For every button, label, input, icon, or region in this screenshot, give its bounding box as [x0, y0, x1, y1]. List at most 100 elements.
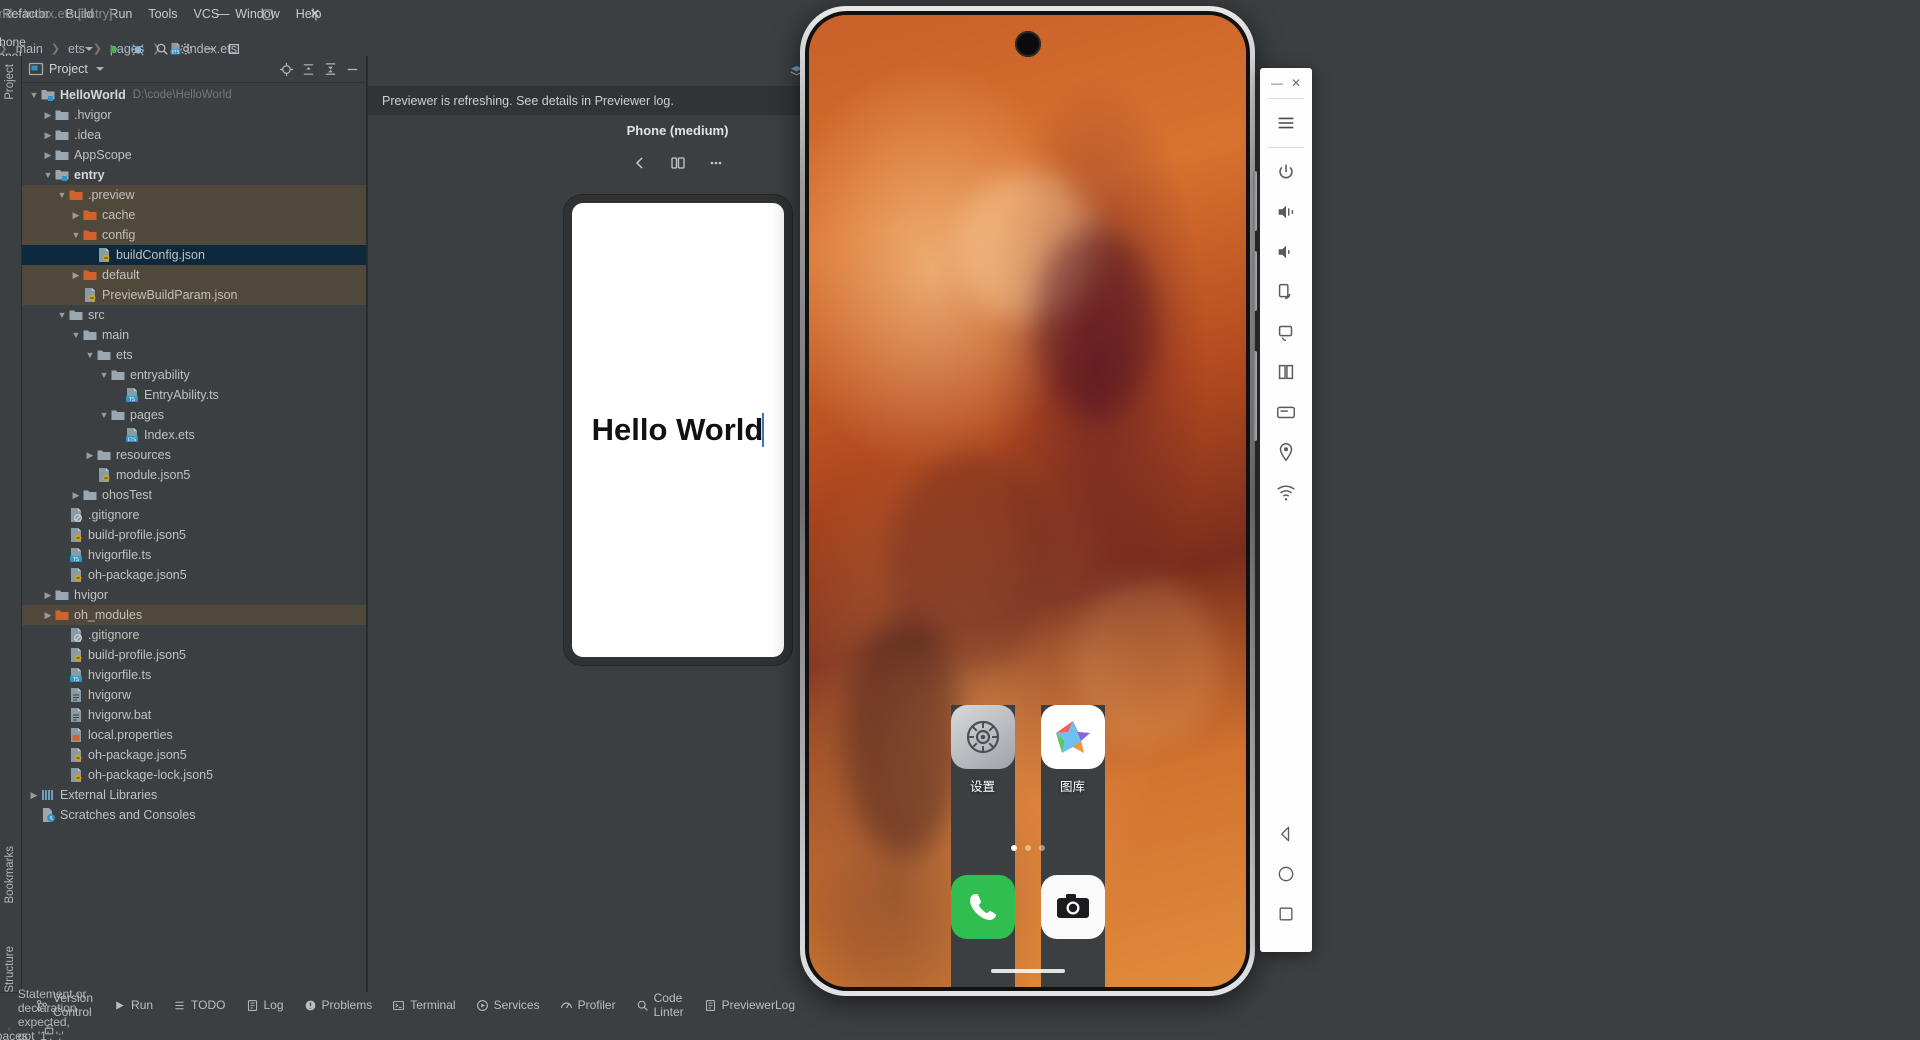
tree-row-entryability[interactable]: ▼ entryability: [22, 365, 366, 385]
tree-row-main[interactable]: ▼ main: [22, 325, 366, 345]
rotate-left-icon[interactable]: [1266, 272, 1306, 312]
collapse-all-icon[interactable]: [320, 59, 340, 79]
chevron-down-icon[interactable]: ▼: [42, 165, 54, 185]
chevron-right-icon[interactable]: ▶: [70, 265, 82, 285]
minimize-button[interactable]: —: [200, 0, 245, 27]
chevron-down-icon[interactable]: ▼: [98, 405, 110, 425]
chevron-down-icon[interactable]: ▼: [98, 365, 110, 385]
tool-window-profiler[interactable]: Profiler: [551, 995, 625, 1015]
chevron-down-icon[interactable]: [95, 67, 104, 71]
tree-row-gitignore[interactable]: .gitignore: [22, 505, 366, 525]
menu-icon[interactable]: [1266, 103, 1306, 143]
tree-row-pages[interactable]: ▼ pages: [22, 405, 366, 425]
indent-setting[interactable]: 2 spaces: [0, 1015, 29, 1040]
chevron-right-icon[interactable]: ▶: [42, 605, 54, 625]
power-icon[interactable]: [1266, 152, 1306, 192]
tree-row-oh-package-json5[interactable]: oh-package.json5: [22, 745, 366, 765]
rotate-right-icon[interactable]: [1266, 312, 1306, 352]
chevron-right-icon[interactable]: ▶: [42, 105, 54, 125]
tool-window-code-linter[interactable]: Code Linter: [627, 988, 693, 1022]
tree-row-idea[interactable]: ▶ .idea: [22, 125, 366, 145]
tool-window-problems[interactable]: Problems: [295, 995, 382, 1015]
chevron-right-icon[interactable]: ▶: [84, 445, 96, 465]
tree-row-helloworld[interactable]: ▼ HelloWorld D:\code\HelloWorld: [22, 85, 366, 105]
tree-row-oh-modules[interactable]: ▶ oh_modules: [22, 605, 366, 625]
tree-row-scratches-and-consoles[interactable]: Scratches and Consoles: [22, 805, 366, 825]
tree-row-previewbuildparam-json[interactable]: PreviewBuildParam.json: [22, 285, 366, 305]
tree-row-src[interactable]: ▼ src: [22, 305, 366, 325]
multi-device-icon[interactable]: [661, 150, 695, 176]
tree-row-index-ets[interactable]: ETS Index.ets: [22, 425, 366, 445]
volume-down-icon[interactable]: [1266, 232, 1306, 272]
tree-row-config[interactable]: ▼ config: [22, 225, 366, 245]
chevron-right-icon[interactable]: ▶: [28, 785, 40, 805]
menu-item-tools[interactable]: Tools: [140, 4, 185, 24]
tree-row-ets[interactable]: ▼ ets: [22, 345, 366, 365]
tree-row-hvigorw[interactable]: hvigorw: [22, 685, 366, 705]
tree-row-hvigorw-bat[interactable]: hvigorw.bat: [22, 705, 366, 725]
unlocked-icon[interactable]: [43, 1022, 56, 1036]
home-nav-icon[interactable]: [1266, 854, 1306, 894]
recents-nav-icon[interactable]: [1266, 894, 1306, 934]
chevron-right-icon[interactable]: ▶: [42, 125, 54, 145]
page-dot[interactable]: [1024, 845, 1031, 851]
chevron-right-icon[interactable]: ▶: [42, 145, 54, 165]
tool-window-services[interactable]: Services: [467, 995, 549, 1015]
chevron-down-icon[interactable]: ▼: [70, 225, 82, 245]
tree-row-oh-package-json5[interactable]: oh-package.json5: [22, 565, 366, 585]
phone-emulator-window[interactable]: 设置 图库: [800, 6, 1257, 996]
tree-row-ohostest[interactable]: ▶ ohosTest: [22, 485, 366, 505]
previewer-device-screen[interactable]: Hello World: [571, 203, 784, 657]
tree-row-build-profile-json5[interactable]: build-profile.json5: [22, 525, 366, 545]
strip-label-bookmarks[interactable]: Bookmarks: [4, 846, 16, 904]
tree-row-hvigor[interactable]: ▶ hvigor: [22, 585, 366, 605]
wifi-icon[interactable]: [1266, 472, 1306, 512]
tree-row-cache[interactable]: ▶ cache: [22, 205, 366, 225]
tree-row-preview[interactable]: ▼ .preview: [22, 185, 366, 205]
hide-panel-icon[interactable]: [342, 59, 362, 79]
tree-row-external-libraries[interactable]: ▶ External Libraries: [22, 785, 366, 805]
power-hw-button[interactable]: [1253, 351, 1257, 441]
tool-window-terminal[interactable]: Terminal: [383, 995, 464, 1015]
expand-all-icon[interactable]: [298, 59, 318, 79]
screenshot-icon[interactable]: [1266, 392, 1306, 432]
chevron-right-icon[interactable]: ▶: [70, 485, 82, 505]
chevron-down-icon[interactable]: ▼: [70, 325, 82, 345]
tool-window-previewerlog[interactable]: PreviewerLog: [695, 995, 804, 1015]
emulator-screen[interactable]: 设置 图库: [809, 15, 1246, 987]
control-close-button[interactable]: ✕: [1291, 76, 1301, 90]
chevron-down-icon[interactable]: ▼: [28, 85, 40, 105]
tree-row-resources[interactable]: ▶ resources: [22, 445, 366, 465]
project-tree[interactable]: ▼ HelloWorld D:\code\HelloWorld ▶ .hvigor ▶ .i…: [22, 83, 366, 992]
tool-window-run[interactable]: Run: [104, 995, 162, 1015]
tree-row-entry[interactable]: ▼ entry: [22, 165, 366, 185]
rotate-icon[interactable]: [623, 150, 657, 176]
tool-window-log[interactable]: Log: [237, 995, 293, 1015]
page-dot[interactable]: [1038, 845, 1045, 851]
locate-file-icon[interactable]: [276, 59, 296, 79]
tree-row-gitignore[interactable]: .gitignore: [22, 625, 366, 645]
chevron-down-icon[interactable]: ▼: [84, 345, 96, 365]
chevron-right-icon[interactable]: ▶: [42, 585, 54, 605]
tree-row-module-json5[interactable]: module.json5: [22, 465, 366, 485]
tree-row-entryability-ts[interactable]: TS EntryAbility.ts: [22, 385, 366, 405]
tree-row-oh-package-lock-json5[interactable]: oh-package-lock.json5: [22, 765, 366, 785]
tool-window-todo[interactable]: TODO: [164, 995, 234, 1015]
chevron-right-icon[interactable]: ▶: [70, 205, 82, 225]
strip-label-project[interactable]: Project: [4, 64, 16, 100]
tree-row-hvigor[interactable]: ▶ .hvigor: [22, 105, 366, 125]
control-minimize-button[interactable]: —: [1271, 76, 1283, 90]
page-dot-active[interactable]: [1010, 845, 1017, 851]
tree-row-local-properties[interactable]: local.properties: [22, 725, 366, 745]
tree-row-hvigorfile-ts[interactable]: TS hvigorfile.ts: [22, 665, 366, 685]
tree-row-default[interactable]: ▶ default: [22, 265, 366, 285]
more-icon[interactable]: [699, 150, 733, 176]
chevron-down-icon[interactable]: ▼: [56, 305, 68, 325]
volume-down-hw-button[interactable]: [1253, 251, 1257, 311]
tree-row-build-profile-json5[interactable]: build-profile.json5: [22, 645, 366, 665]
volume-up-icon[interactable]: [1266, 192, 1306, 232]
location-icon[interactable]: [1266, 432, 1306, 472]
maximize-button[interactable]: ▢: [245, 0, 290, 27]
chevron-down-icon[interactable]: ▼: [56, 185, 68, 205]
tree-row-appscope[interactable]: ▶ AppScope: [22, 145, 366, 165]
